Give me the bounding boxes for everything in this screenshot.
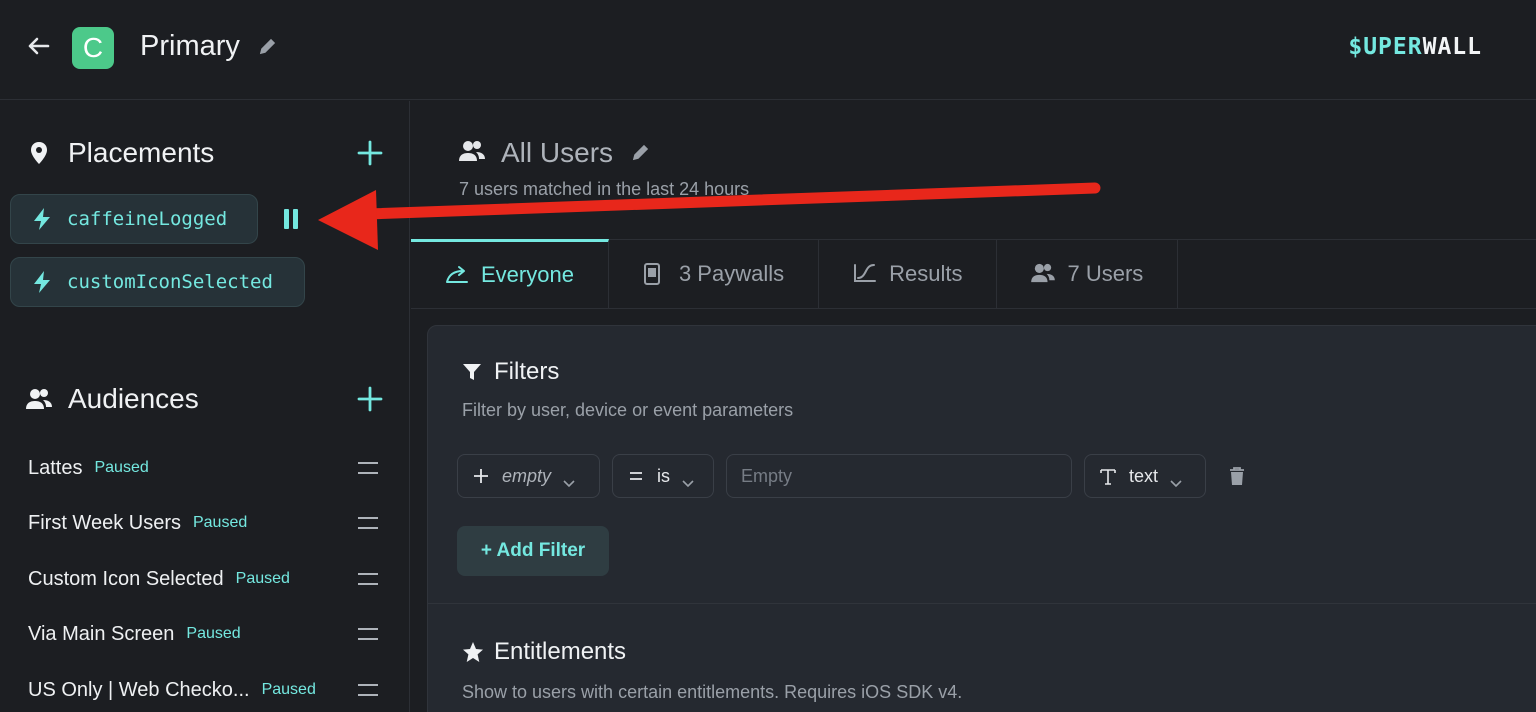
drag-handle-icon[interactable] <box>358 517 378 529</box>
users-icon <box>459 140 487 166</box>
audience-subtitle: 7 users matched in the last 24 hours <box>459 179 750 199</box>
tab-everyone[interactable]: Everyone <box>411 239 609 308</box>
audience-header: All Users <box>459 137 653 169</box>
route-icon <box>445 264 469 286</box>
audience-name: US Only | Web Checko... <box>28 678 250 701</box>
phone-icon <box>643 263 667 285</box>
app-badge: C <box>72 27 114 69</box>
location-pin-icon <box>26 140 52 166</box>
tab-paywalls[interactable]: 3 Paywalls <box>609 240 820 308</box>
filters-header: Filters <box>462 358 559 386</box>
audience-item-first-week-users[interactable]: First Week Users Paused <box>28 508 388 538</box>
tab-label: Everyone <box>481 262 574 287</box>
input-placeholder: Empty <box>741 465 793 486</box>
sidebar: Placements caffeineLogged customIconSele… <box>0 101 410 712</box>
filters-title: Filters <box>494 358 560 385</box>
chart-line-icon <box>853 263 877 285</box>
placement-chip-custom-icon-selected[interactable]: customIconSelected <box>10 257 305 307</box>
entitlements-header: Entitlements <box>462 638 626 666</box>
drag-handle-icon[interactable] <box>358 573 378 585</box>
audience-item-lattes[interactable]: Lattes Paused <box>28 453 388 483</box>
audience-item-us-only-web-checkout[interactable]: US Only | Web Checko... Paused <box>28 675 388 705</box>
pencil-icon[interactable] <box>631 142 653 164</box>
status-badge: Paused <box>192 514 248 531</box>
superwall-logo: $UPERWALL <box>1348 34 1482 60</box>
filter-icon <box>462 361 484 383</box>
add-placement-button[interactable] <box>355 138 385 168</box>
audience-name: Custom Icon Selected <box>28 567 224 590</box>
status-badge: Paused <box>186 625 241 642</box>
rules-panel: Filters Filter by user, device or event … <box>427 325 1536 712</box>
drag-handle-icon[interactable] <box>358 462 378 474</box>
status-badge: Paused <box>235 570 290 587</box>
trash-icon[interactable] <box>1228 466 1246 486</box>
text-type-icon <box>1099 467 1117 485</box>
audience-name: Via Main Screen <box>28 622 175 645</box>
app-title: Primary <box>140 30 240 62</box>
filter-type-select[interactable]: text <box>1084 454 1206 498</box>
entitlements-subtitle: Show to users with certain entitlements.… <box>462 682 963 702</box>
chevron-down-icon <box>682 472 694 488</box>
placement-label: customIconSelected <box>67 271 273 293</box>
chevron-down-icon <box>563 472 575 488</box>
pencil-icon[interactable] <box>258 36 280 58</box>
divider <box>428 603 1536 604</box>
add-audience-button[interactable] <box>355 384 385 414</box>
add-filter-button[interactable]: + Add Filter <box>457 526 609 576</box>
audiences-title: Audiences <box>68 383 199 414</box>
filter-operator-select[interactable]: is <box>612 454 714 498</box>
lightning-icon <box>31 207 53 231</box>
tab-bar: Everyone 3 Paywalls Results 7 Users <box>411 239 1536 309</box>
audience-title: All Users <box>501 137 614 168</box>
audience-name: First Week Users <box>28 511 181 534</box>
tab-users[interactable]: 7 Users <box>997 240 1179 308</box>
chevron-down-icon <box>1170 472 1182 488</box>
pause-icon[interactable] <box>284 209 302 231</box>
placement-label: caffeineLogged <box>67 208 228 230</box>
filters-subtitle: Filter by user, device or event paramete… <box>462 400 794 420</box>
placements-title: Placements <box>68 137 215 168</box>
audience-name: Lattes <box>28 456 83 479</box>
field-value: empty <box>502 465 552 486</box>
audience-item-via-main-screen[interactable]: Via Main Screen Paused <box>28 619 388 649</box>
plus-icon <box>472 467 490 485</box>
placement-chip-caffeine-logged[interactable]: caffeineLogged <box>10 194 258 244</box>
status-badge: Paused <box>94 459 149 476</box>
star-icon <box>462 641 484 663</box>
audiences-header: Audiences <box>26 383 199 415</box>
tab-label: Results <box>889 261 963 286</box>
filter-field-select[interactable]: empty <box>457 454 600 498</box>
main-content: All Users 7 users matched in the last 24… <box>411 101 1536 712</box>
top-bar: C Primary $UPERWALL <box>0 0 1536 100</box>
type-value: text <box>1129 465 1159 486</box>
users-icon <box>26 386 52 412</box>
lightning-icon <box>31 270 53 294</box>
entitlements-title: Entitlements <box>494 638 627 665</box>
status-badge: Paused <box>261 681 316 698</box>
filter-value-input[interactable]: Empty <box>726 454 1072 498</box>
placements-header: Placements <box>26 137 214 169</box>
operator-value: is <box>657 465 670 486</box>
tab-label: 7 Users <box>1067 261 1144 286</box>
audience-item-custom-icon-selected[interactable]: Custom Icon Selected Paused <box>28 564 388 594</box>
back-arrow-icon[interactable] <box>24 32 52 60</box>
drag-handle-icon[interactable] <box>358 628 378 640</box>
drag-handle-icon[interactable] <box>358 684 378 696</box>
users-icon <box>1031 263 1056 285</box>
tab-label: 3 Paywalls <box>678 261 785 286</box>
tab-results[interactable]: Results <box>819 240 998 308</box>
equals-icon <box>627 467 645 485</box>
